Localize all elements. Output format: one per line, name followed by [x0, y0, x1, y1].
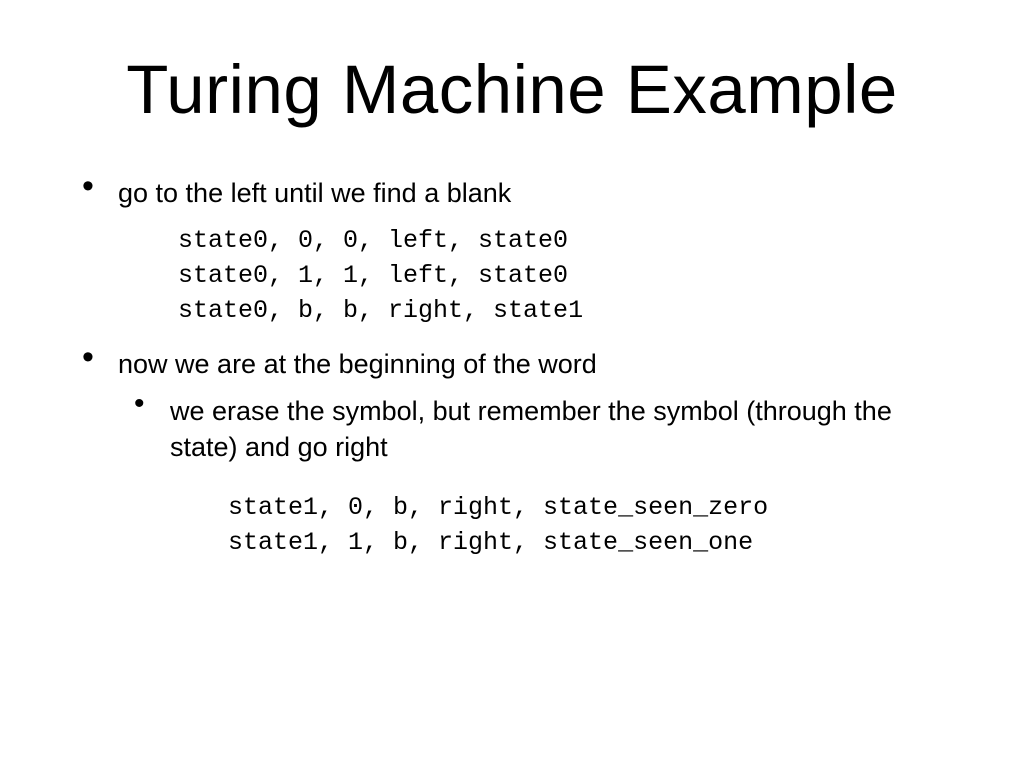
bullet-text: we erase the symbol, but remember the sy… [170, 393, 954, 466]
bullet-text: go to the left until we find a blank [118, 175, 954, 211]
list-item: now we are at the beginning of the word … [70, 346, 954, 559]
list-item: we erase the symbol, but remember the sy… [118, 393, 954, 560]
code-block: state0, 0, 0, left, state0 state0, 1, 1,… [178, 223, 954, 328]
code-block: state1, 0, b, right, state_seen_zero sta… [228, 490, 954, 560]
slide-title: Turing Machine Example [70, 50, 954, 129]
bullet-text: now we are at the beginning of the word [118, 346, 954, 382]
slide: Turing Machine Example go to the left un… [0, 0, 1024, 768]
bullet-list: go to the left until we find a blank sta… [70, 175, 954, 560]
list-item: go to the left until we find a blank sta… [70, 175, 954, 328]
sub-bullet-list: we erase the symbol, but remember the sy… [118, 393, 954, 560]
